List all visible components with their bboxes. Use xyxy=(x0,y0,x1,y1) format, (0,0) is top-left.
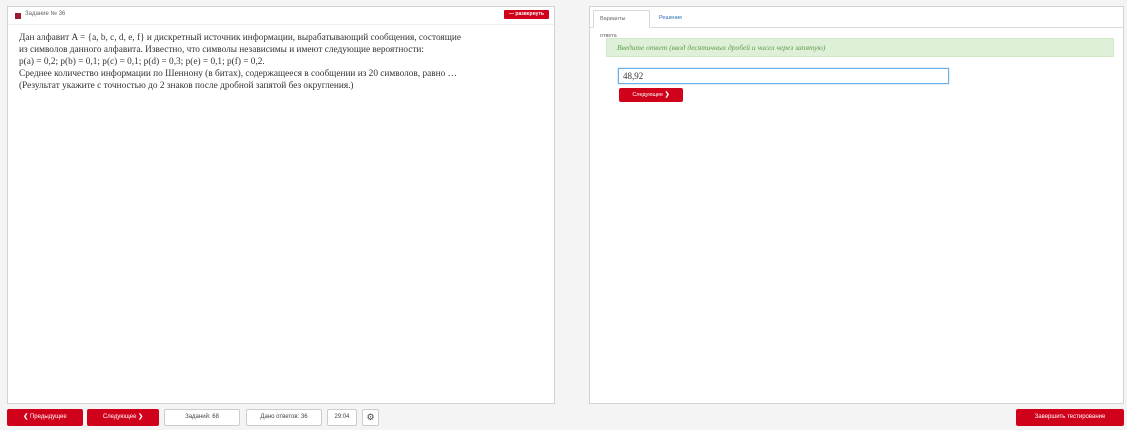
chevron-right-icon: ❯ xyxy=(664,92,670,98)
prev-button[interactable]: ❮ Предыдущее xyxy=(7,409,83,426)
chevron-left-icon: ❮ xyxy=(23,414,30,420)
task-line: из символов данного алфавита. Известно, … xyxy=(19,45,424,55)
task-marker-icon xyxy=(15,13,21,19)
gear-icon: ⚙ xyxy=(366,412,375,422)
prev-label: Предыдущее xyxy=(29,414,67,420)
answer-hint: Введите ответ (ввод десятичных дробей и … xyxy=(606,38,1114,57)
answer-tabs: Варианты ответа Решение xyxy=(590,7,1123,39)
task-line: Дан алфавит A = {a, b, c, d, e, f} и дис… xyxy=(19,33,461,43)
next-button[interactable]: Следующее ❯ xyxy=(87,409,159,426)
tasks-count: Заданий: 68 xyxy=(164,409,240,426)
tab-solution[interactable]: Решение xyxy=(653,10,688,28)
task-line: (Результат укажите с точностью до 2 знак… xyxy=(19,81,354,91)
task-text: Дан алфавит A = {a, b, c, d, e, f} и дис… xyxy=(8,25,554,92)
answered-count: Дано ответов: 36 xyxy=(246,409,322,426)
task-line: Среднее количество информации по Шеннону… xyxy=(19,69,457,79)
answer-panel: Варианты ответа Решение Введите ответ (в… xyxy=(589,6,1124,404)
next-label: Следующее xyxy=(102,414,137,420)
task-line: p(a) = 0,2; p(b) = 0,1; p(c) = 0,1; p(d)… xyxy=(19,57,265,67)
finish-test-button[interactable]: Завершить тестирование xyxy=(1016,409,1124,426)
answer-input[interactable] xyxy=(618,68,949,84)
expand-button[interactable]: — развернуть xyxy=(504,10,549,19)
task-panel: Задание № 36 — развернуть Дан алфавит A … xyxy=(7,6,555,404)
chevron-right-icon: ❯ xyxy=(138,414,144,420)
answer-next-button[interactable]: Следующее ❯ xyxy=(619,88,683,102)
task-title: Задание № 36 xyxy=(25,11,66,17)
tab-answer-options[interactable]: Варианты ответа xyxy=(593,10,650,39)
settings-button[interactable]: ⚙ xyxy=(362,409,379,426)
timer: 29:04 xyxy=(327,409,357,426)
answer-next-label: Следующее xyxy=(632,92,664,98)
task-header: Задание № 36 — развернуть xyxy=(8,7,554,25)
